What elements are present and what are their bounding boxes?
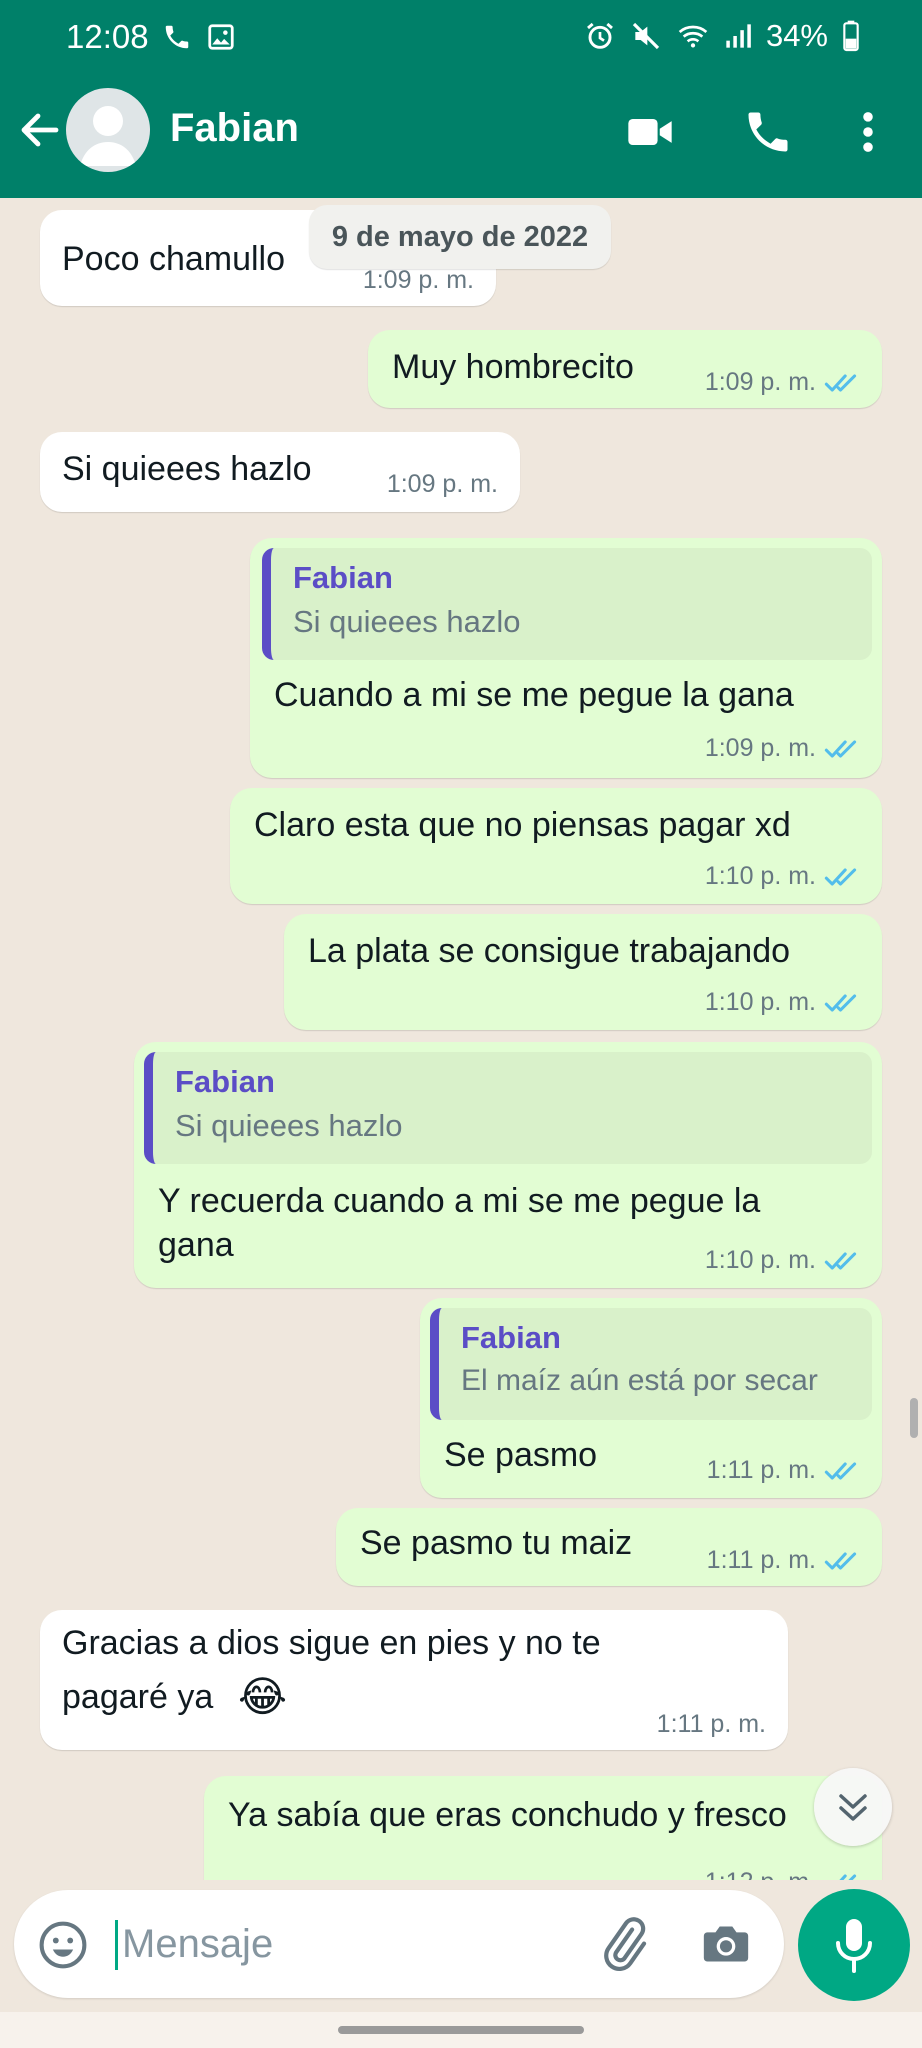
battery-icon <box>843 20 859 52</box>
read-ticks-icon <box>824 993 857 1012</box>
message-meta: 1:10 p. m. <box>705 988 864 1017</box>
message-time: 1:11 p. m. <box>706 1546 816 1574</box>
message-text-line2: pagaré ya <box>62 1678 214 1716</box>
message-meta: 1:09 p. m. <box>705 368 864 397</box>
date-separator: 9 de mayo de 2022 <box>309 205 611 269</box>
alarm-icon <box>586 22 613 49</box>
text-cursor <box>115 1920 118 1970</box>
message-text: Cuando a mi se me pegue la gana <box>274 676 794 714</box>
message-outgoing[interactable]: Muy hombrecito 1:09 p. m. <box>368 330 882 408</box>
quoted-sender: Fabian <box>175 1064 275 1099</box>
wifi-icon <box>678 25 708 48</box>
message-time: 1:09 p. m. <box>704 734 816 762</box>
message-outgoing[interactable]: Claro esta que no piensas pagar xd 1:10 … <box>230 788 882 904</box>
status-bar: 12:08 34% <box>0 0 922 78</box>
message-time: 1:11 p. m. <box>706 1456 816 1484</box>
read-ticks-icon <box>824 867 857 886</box>
voice-message-button[interactable] <box>798 1889 910 2001</box>
back-arrow-icon[interactable] <box>16 106 64 154</box>
message-text: Se pasmo <box>444 1436 598 1474</box>
double-chevron-down-icon <box>839 1794 867 1821</box>
message-text: La plata se consigue trabajando <box>308 932 791 970</box>
read-ticks-icon <box>824 1461 857 1480</box>
battery-percent: 34% <box>765 18 828 53</box>
message-outgoing[interactable]: La plata se consigue trabajando 1:10 p. … <box>284 914 882 1030</box>
message-meta: 1:11 p. m. <box>707 1546 864 1575</box>
quoted-message[interactable]: Fabian El maíz aún está por secar <box>430 1308 872 1420</box>
message-meta: 1:12 p. m. <box>705 1868 864 1880</box>
signal-icon <box>726 24 751 48</box>
message-text: Se pasmo tu maiz <box>360 1524 633 1562</box>
read-ticks-icon <box>824 739 857 758</box>
contact-name[interactable]: Fabian <box>170 106 299 151</box>
message-time: 1:10 p. m. <box>704 862 816 890</box>
read-ticks-icon <box>824 373 857 392</box>
message-meta: 1:10 p. m. <box>705 1246 864 1275</box>
message-time: 1:11 p. m. <box>656 1710 766 1738</box>
message-incoming[interactable]: Si quieees hazlo 1:09 p. m. <box>40 432 520 512</box>
message-time: 1:09 p. m. <box>386 470 498 498</box>
mute-icon <box>632 22 660 50</box>
message-text: Si quieees hazlo <box>62 450 312 488</box>
more-options-icon[interactable] <box>842 106 894 158</box>
video-call-icon[interactable] <box>624 106 676 158</box>
avatar-icon <box>80 106 136 166</box>
attach-icon[interactable] <box>596 1916 652 1972</box>
avatar[interactable] <box>66 88 150 172</box>
message-text: Claro esta que no piensas pagar xd <box>254 806 791 844</box>
message-outgoing[interactable]: Ya sabía que eras conchudo y fresco 1:12… <box>204 1776 882 1880</box>
read-ticks-icon <box>824 1251 857 1270</box>
message-text-line1: Y recuerda cuando a mi se me pegue la <box>158 1182 761 1220</box>
scrollbar-thumb[interactable] <box>910 1398 918 1438</box>
message-clip: Ya sabía que eras conchudo y fresco 1:12… <box>0 1760 922 1880</box>
message-outgoing-reply[interactable]: Fabian El maíz aún está por secar Se pas… <box>420 1298 882 1498</box>
status-time: 12:08 <box>66 18 149 55</box>
quoted-text: Si quieees hazlo <box>175 1108 403 1143</box>
tears-of-joy-emoji: 😂 <box>238 1673 288 1720</box>
message-text: Ya sabía que eras conchudo y fresco <box>228 1796 787 1834</box>
phone-call-icon <box>165 25 189 49</box>
system-navigation-bar <box>0 2012 922 2048</box>
message-text: Muy hombrecito <box>392 348 634 386</box>
quoted-text: El maíz aún está por secar <box>461 1364 818 1397</box>
home-gesture-handle[interactable] <box>338 2026 584 2034</box>
message-input[interactable] <box>122 1914 562 1974</box>
gallery-icon <box>208 24 234 50</box>
message-text-line2: gana <box>158 1226 234 1264</box>
message-meta: 1:10 p. m. <box>705 862 864 891</box>
quoted-message[interactable]: Fabian Si quieees hazlo <box>144 1052 872 1164</box>
message-time: 1:12 p. m. <box>705 1868 816 1880</box>
message-composer <box>14 1890 784 1998</box>
quoted-sender: Fabian <box>293 560 393 595</box>
message-outgoing[interactable]: Se pasmo tu maiz 1:11 p. m. <box>336 1508 882 1586</box>
read-ticks-icon <box>838 1873 857 1880</box>
quoted-message[interactable]: Fabian Si quieees hazlo <box>262 548 872 660</box>
message-meta: 1:11 p. m. <box>707 1456 864 1485</box>
mic-icon <box>836 1919 872 1973</box>
read-ticks-icon <box>824 1551 857 1570</box>
message-meta: 1:09 p. m. <box>363 266 474 295</box>
chat-toolbar: Fabian <box>0 78 922 198</box>
message-time: 1:09 p. m. <box>704 368 816 396</box>
message-text-line1: Gracias a dios sigue en pies y no te <box>62 1624 601 1662</box>
message-time: 1:09 p. m. <box>362 266 474 294</box>
emoji-icon[interactable] <box>36 1918 90 1972</box>
message-incoming[interactable]: Gracias a dios sigue en pies y no te pag… <box>40 1610 788 1750</box>
message-time: 1:10 p. m. <box>704 1246 816 1274</box>
quoted-sender: Fabian <box>461 1320 561 1355</box>
scroll-to-bottom-button[interactable] <box>814 1768 892 1846</box>
message-outgoing-reply[interactable]: Fabian Si quieees hazlo Y recuerda cuand… <box>134 1042 882 1288</box>
message-meta: 1:09 p. m. <box>705 734 864 763</box>
quoted-text: Si quieees hazlo <box>293 604 521 639</box>
camera-icon[interactable] <box>698 1916 754 1972</box>
message-meta: 1:09 p. m. <box>387 470 498 499</box>
message-time: 1:10 p. m. <box>704 988 816 1016</box>
message-outgoing-reply[interactable]: Fabian Si quieees hazlo Cuando a mi se m… <box>250 538 882 778</box>
app-bar: 12:08 34% Fabian <box>0 0 922 198</box>
message-text: Poco chamullo <box>62 240 286 278</box>
message-meta: 1:11 p. m. <box>657 1710 766 1739</box>
voice-call-icon[interactable] <box>742 106 794 158</box>
